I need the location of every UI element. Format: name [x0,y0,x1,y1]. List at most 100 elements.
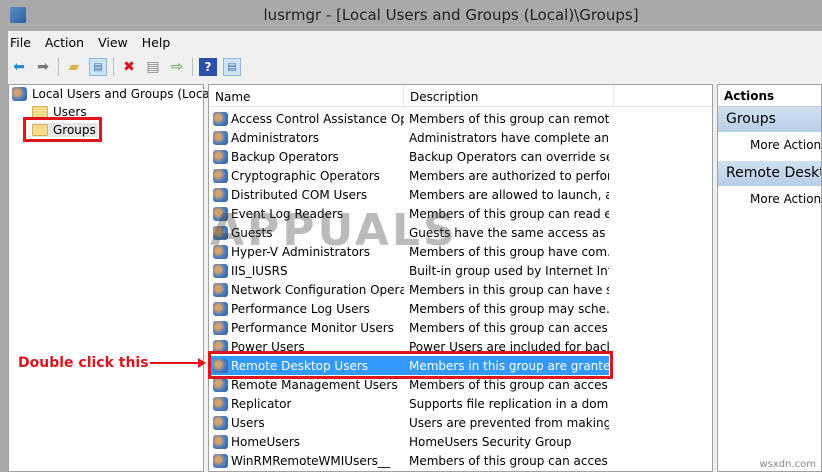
group-name-cell: Network Configuration Operat... [209,282,404,297]
table-row[interactable]: Cryptographic Operators Members are autho… [209,166,609,185]
group-description: Administrators have complete an... [409,130,609,145]
group-name-cell: HomeUsers [209,434,404,449]
group-name: Users [231,415,265,430]
menu-help[interactable]: Help [142,35,171,50]
group-name-cell: Replicator [209,396,404,411]
group-icon [213,168,228,183]
group-description: Users are prevented from making ... [409,415,609,430]
table-row[interactable]: Administrators Administrators have comple… [209,128,609,147]
show-hide-tree-icon[interactable]: ▤ [89,58,107,76]
delete-icon[interactable]: ✖ [120,58,138,76]
group-icon [213,187,228,202]
watermark: APPUALS [210,205,458,256]
more-actions-remote-desktop-users[interactable]: More Actions [718,186,822,215]
group-name-cell: Performance Log Users [209,301,404,316]
table-row[interactable]: WinRMRemoteWMIUsers__ Members of this gro… [209,451,609,470]
group-name-cell: Access Control Assistance Op... [209,111,404,126]
annotation-arrow [150,358,206,368]
column-header-name[interactable]: Name [209,85,404,106]
table-row[interactable]: Performance Log Users Members of this gro… [209,299,609,318]
forward-icon[interactable]: ➡ [34,58,52,76]
column-header-description[interactable]: Description [404,85,614,106]
group-icon [213,434,228,449]
tree-pane: Local Users and Groups (Local) Users Gro… [8,84,218,472]
actions-section-remote-desktop-users[interactable]: Remote Desktop Users [718,161,821,186]
group-icon [213,320,228,335]
menu-view[interactable]: View [98,35,128,50]
group-name-cell: Remote Management Users [209,377,404,392]
more-actions-groups[interactable]: More Actions [718,132,822,161]
group-name: Network Configuration Operat... [231,282,404,297]
table-row[interactable]: Users Users are prevented from making ... [209,413,609,432]
help-icon[interactable]: ? [199,58,217,76]
credit-text: wsxdn.com [759,459,816,470]
group-name-cell: Cryptographic Operators [209,168,404,183]
table-row[interactable]: Performance Monitor Users Members of this… [209,318,609,337]
tree-root-label: Local Users and Groups (Local) [32,87,218,101]
group-name-cell: Administrators [209,130,404,145]
group-description: Members of this group may sche... [409,301,609,316]
up-folder-icon[interactable]: ▰ [65,58,83,76]
show-hide-action-pane-icon[interactable]: ▤ [223,58,241,76]
group-icon [213,149,228,164]
group-name: Replicator [231,396,292,411]
table-row[interactable]: IIS_IUSRS Built-in group used by Internet… [209,261,609,280]
menu-action[interactable]: Action [45,35,84,50]
highlight-box-groups [23,117,102,142]
back-icon[interactable]: ⬅ [10,58,28,76]
list-header: Name Description [209,85,712,107]
actions-section-groups[interactable]: Groups [718,107,821,132]
table-row[interactable]: Distributed COM Users Members are allowed… [209,185,609,204]
group-icon [213,301,228,316]
tree-root[interactable]: Local Users and Groups (Local) [12,87,218,101]
group-name: Remote Management Users [231,377,398,392]
group-name: Backup Operators [231,149,339,164]
actions-header: Actions [718,85,821,107]
group-description: Members of this group can acces... [409,320,609,335]
group-name: Access Control Assistance Op... [231,111,404,126]
group-description: Members are allowed to launch, a... [409,187,609,202]
group-description: Members of this group can remot... [409,111,609,126]
table-row[interactable]: Replicator Supports file replication in a… [209,394,609,413]
group-name-cell: Distributed COM Users [209,187,404,202]
table-row[interactable]: Network Configuration Operat... Members i… [209,280,609,299]
table-row[interactable]: HomeUsers HomeUsers Security Group [209,432,609,451]
group-name: WinRMRemoteWMIUsers__ [231,453,390,468]
group-description: Members are authorized to perfor... [409,168,609,183]
table-row[interactable]: Access Control Assistance Op... Members o… [209,109,609,128]
group-name: Administrators [231,130,320,145]
title-bar: lusrmgr - [Local Users and Groups (Local… [0,0,822,32]
group-name: HomeUsers [231,434,301,449]
group-name-cell: Users [209,415,404,430]
group-name-cell: Performance Monitor Users [209,320,404,335]
group-name: Cryptographic Operators [231,168,380,183]
group-description: Backup Operators can override se... [409,149,609,164]
window-title: lusrmgr - [Local Users and Groups (Local… [263,6,639,24]
highlight-box-remote-desktop-users [208,351,613,379]
group-name: Performance Log Users [231,301,370,316]
group-name: IIS_IUSRS [231,263,288,278]
group-icon [213,415,228,430]
group-icon [213,111,228,126]
group-description: Members in this group can have s... [409,282,609,297]
group-description: Members of this group can acces... [409,453,609,468]
group-name-cell: IIS_IUSRS [209,263,404,278]
actions-pane: Actions Groups More Actions Remote Deskt… [717,84,822,472]
group-name: Performance Monitor Users [231,320,394,335]
group-description: Supports file replication in a dom... [409,396,609,411]
group-icon [213,396,228,411]
toolbar: ⬅ ➡ ▰ ▤ ✖ ▤ ⇨ ? ▤ [10,56,241,78]
separator [113,58,114,76]
separator [192,58,193,76]
export-icon[interactable]: ⇨ [168,58,186,76]
group-description: Members of this group can acces... [409,377,609,392]
menu-file[interactable]: File [10,35,31,50]
group-name-cell: Backup Operators [209,149,404,164]
groups-list: Name Description Access Control Assistan… [208,84,713,472]
table-row[interactable]: Backup Operators Backup Operators can ove… [209,147,609,166]
menu-bar: File Action View Help [10,35,170,50]
properties-icon[interactable]: ▤ [144,58,162,76]
annotation-label: Double click this [18,355,149,371]
group-description: Built-in group used by Internet Inf... [409,263,609,278]
group-name-cell: WinRMRemoteWMIUsers__ [209,453,404,468]
